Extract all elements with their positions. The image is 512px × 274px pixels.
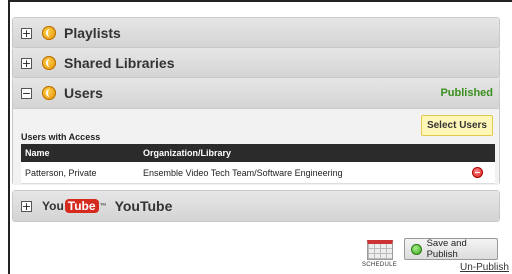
youtube-logo-tm: ™ [99,202,107,210]
expand-toggle-icon[interactable]: + [21,57,32,69]
section-title: Playlists [64,25,121,41]
users-with-access-label: Users with Access [21,132,101,142]
ensemble-logo-icon [42,56,56,70]
ensemble-logo-icon [42,26,56,40]
section-title: Users [64,85,103,101]
youtube-section: + You Tube ™ YouTube [12,190,500,222]
expand-toggle-icon[interactable]: + [21,27,32,39]
youtube-logo: You Tube ™ [42,199,107,213]
shared-libraries-section: + Shared Libraries [12,47,500,79]
expand-toggle-icon[interactable]: + [21,200,32,212]
shared-libraries-header[interactable]: + Shared Libraries [13,48,499,78]
table-row: Patterson, Private Ensemble Video Tech T… [21,162,495,184]
youtube-logo-tube: Tube [64,199,99,213]
table-header-row: Name Organization/Library [21,144,495,162]
unpublish-link[interactable]: Un-Publish [460,262,509,273]
user-organization-cell: Ensemble Video Tech Team/Software Engine… [139,162,457,184]
select-users-button[interactable]: Select Users [420,115,493,136]
users-header[interactable]: − Users Published [13,78,499,108]
save-and-publish-label: Save and Publish [426,238,467,260]
section-title: YouTube [114,198,173,214]
youtube-header[interactable]: + You Tube ™ YouTube [13,191,499,221]
column-header-actions [457,144,495,162]
user-name-cell: Patterson, Private [21,162,139,184]
save-and-publish-button[interactable]: Save and Publish [404,238,498,260]
column-header-organization: Organization/Library [139,144,457,162]
calendar-icon [366,240,393,260]
column-header-name: Name [21,144,139,162]
youtube-logo-you: You [42,199,64,213]
ensemble-logo-icon [42,86,56,100]
schedule-label: SCHEDULE [362,262,398,268]
green-circle-icon [411,243,422,255]
remove-user-icon[interactable] [472,167,483,178]
schedule-button[interactable]: SCHEDULE [362,240,397,268]
playlists-section: + Playlists [12,17,500,49]
section-title: Shared Libraries [64,55,175,71]
users-body: Select Users Users with Access Name Orga… [13,108,499,185]
remove-cell [457,162,495,184]
status-badge: Published [440,87,493,99]
users-table: Name Organization/Library Patterson, Pri… [21,144,495,184]
playlists-header[interactable]: + Playlists [13,18,499,48]
collapse-toggle-icon[interactable]: − [21,87,32,99]
users-section: − Users Published Select Users Users wit… [12,77,500,185]
